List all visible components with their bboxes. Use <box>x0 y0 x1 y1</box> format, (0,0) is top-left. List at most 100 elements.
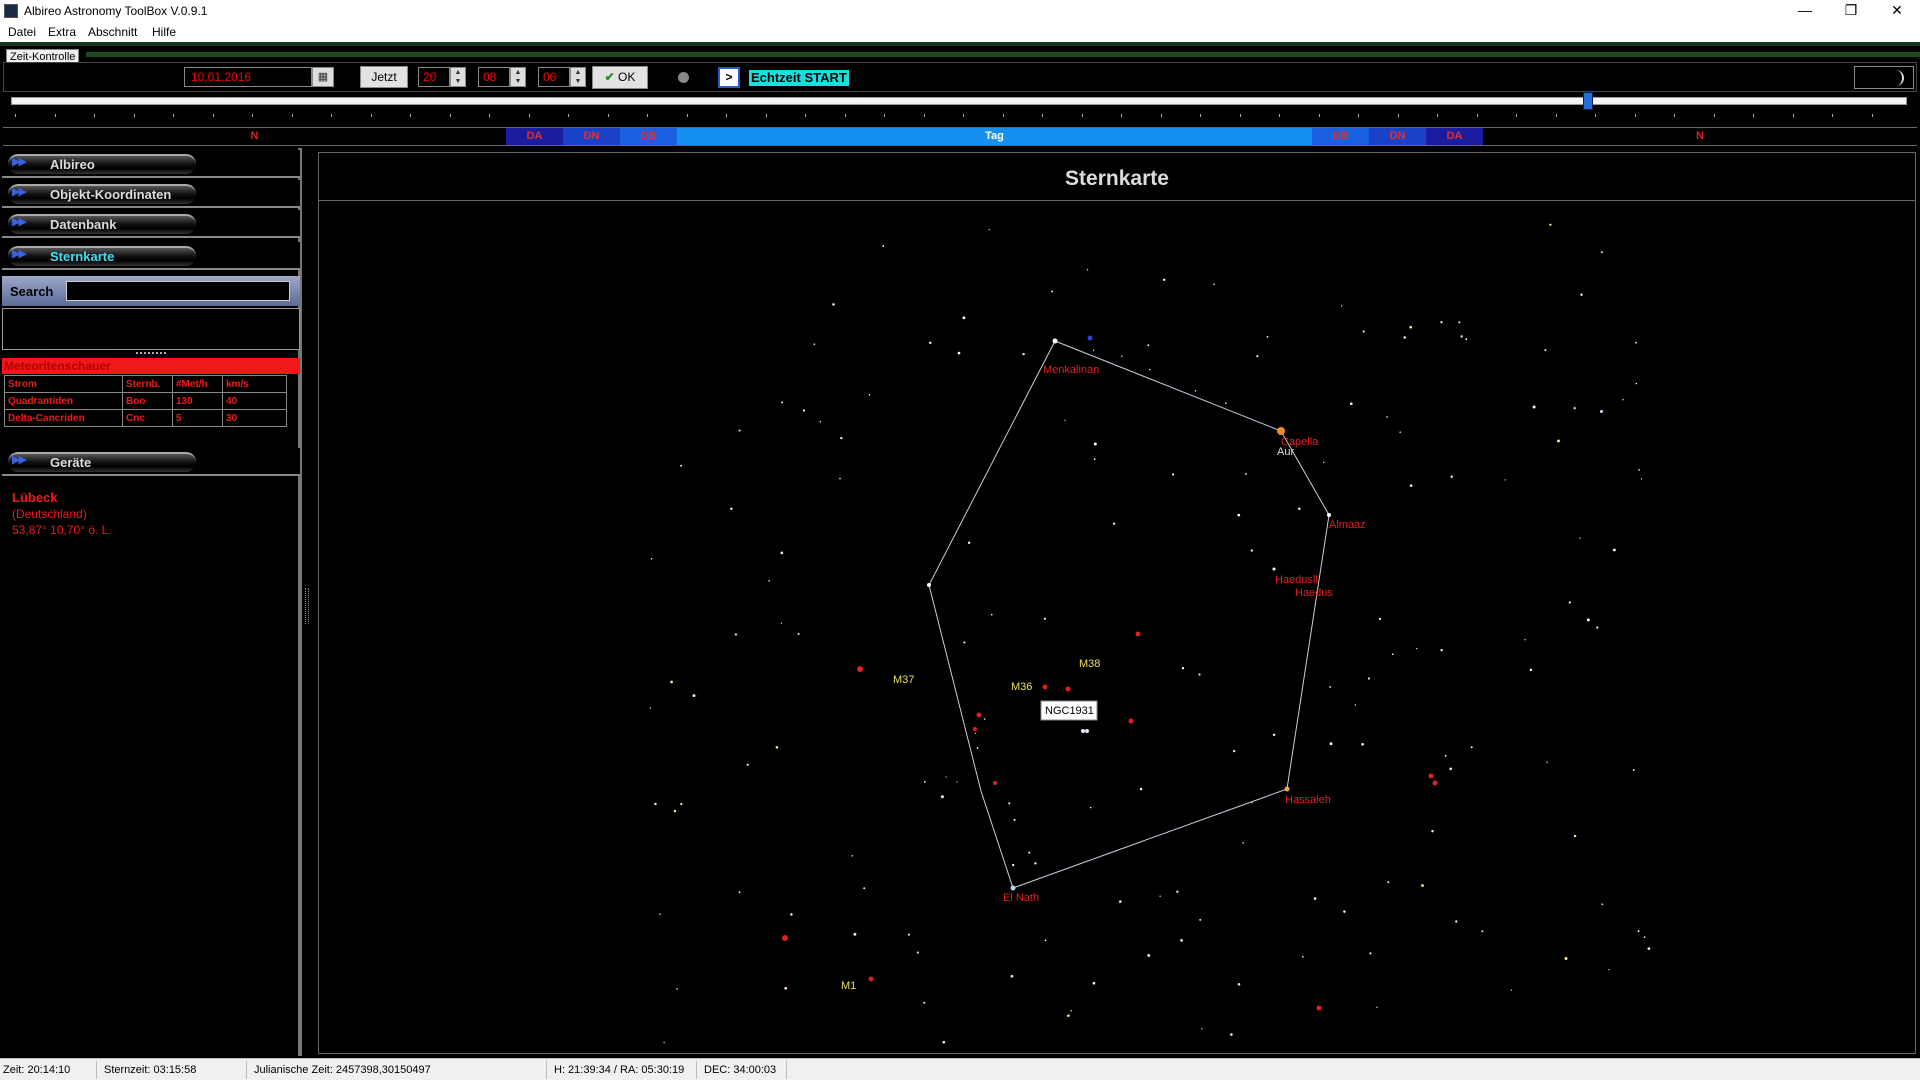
nav-sternkarte[interactable]: ▶▶ Sternkarte <box>2 242 300 270</box>
object-red-marker[interactable] <box>782 935 788 941</box>
nav-pill <box>8 154 196 174</box>
nav-datenbank[interactable]: ▶▶ Datenbank <box>2 210 300 238</box>
label-almaaz[interactable]: Almaaz <box>1329 519 1366 531</box>
hour-value[interactable]: 20 <box>418 67 450 87</box>
object-m36-marker[interactable] <box>1042 684 1048 690</box>
star-hassaleh[interactable] <box>1284 786 1290 792</box>
field-star <box>974 732 977 734</box>
object-red-marker[interactable] <box>976 712 982 718</box>
slider-tick <box>884 114 885 117</box>
menu-extra[interactable]: Extra <box>48 25 76 39</box>
restore-icon[interactable]: ❐ <box>1828 0 1874 22</box>
star-blue[interactable] <box>1087 335 1093 341</box>
object-red-marker[interactable] <box>993 781 997 785</box>
nav-objekt-koordinaten[interactable]: ▶▶ Objekt-Koordinaten <box>2 180 300 208</box>
field-star <box>1172 473 1175 476</box>
star-almaaz[interactable] <box>1327 513 1331 517</box>
hour-stepper[interactable]: 20 ▲ ▼ <box>418 67 466 87</box>
field-star <box>1272 733 1276 737</box>
field-star <box>1147 344 1150 347</box>
object-red-marker[interactable] <box>1316 1005 1322 1011</box>
minute-up-icon[interactable]: ▲ <box>511 68 525 77</box>
ok-button[interactable]: ✔ OK <box>592 66 648 89</box>
search-input[interactable] <box>66 281 290 301</box>
label-el-nath[interactable]: El Nath <box>1003 892 1039 904</box>
close-icon[interactable]: ✕ <box>1874 0 1920 22</box>
object-ngc1931-marker[interactable] <box>1081 729 1085 733</box>
slider-tick <box>607 114 609 117</box>
now-button[interactable]: Jetzt <box>360 66 408 88</box>
field-star <box>1573 406 1576 410</box>
second-value[interactable]: 06 <box>538 67 570 87</box>
star-capella[interactable] <box>1277 427 1285 435</box>
label-m37[interactable]: M37 <box>893 674 914 686</box>
table-row[interactable]: Delta-Cancriden Cnc 5 30 <box>4 409 287 427</box>
field-star <box>1444 754 1447 757</box>
object-red-marker[interactable] <box>1428 773 1434 779</box>
minute-down-icon[interactable]: ▼ <box>511 77 525 86</box>
label-m1[interactable]: M1 <box>841 980 856 992</box>
splitter-grip[interactable] <box>136 352 166 356</box>
field-star <box>692 694 696 698</box>
menu-abschnitt[interactable]: Abschnitt <box>88 25 137 39</box>
field-star <box>1176 890 1179 893</box>
nav-albireo[interactable]: ▶▶ Albireo <box>2 150 300 178</box>
field-star <box>1093 458 1096 461</box>
minute-stepper[interactable]: 08 ▲ ▼ <box>478 67 526 87</box>
label-haedus[interactable]: Haedus <box>1295 587 1333 599</box>
object-m37-marker[interactable] <box>857 666 863 672</box>
calendar-icon[interactable]: ▦ <box>312 67 334 87</box>
second-down-icon[interactable]: ▼ <box>571 77 585 86</box>
label-haedusll[interactable]: Haedusll <box>1275 574 1318 586</box>
field-star <box>1600 251 1603 254</box>
second-stepper[interactable]: 06 ▲ ▼ <box>538 67 586 87</box>
time-slider[interactable] <box>11 97 1907 105</box>
label-aur[interactable]: Aur <box>1277 446 1294 458</box>
minimize-icon[interactable]: — <box>1782 0 1828 22</box>
label-menkalinan[interactable]: Menkalinan <box>1043 364 1099 376</box>
star-theta-aur[interactable] <box>927 583 931 587</box>
menu-hilfe[interactable]: Hilfe <box>152 25 176 39</box>
field-star <box>1010 974 1014 978</box>
search-box: Search <box>2 276 300 306</box>
nav-geraete[interactable]: ▶▶ Geräte <box>2 448 300 476</box>
date-field[interactable]: 10.01.2016 <box>184 67 312 87</box>
minute-value[interactable]: 08 <box>478 67 510 87</box>
search-results[interactable] <box>2 308 300 350</box>
label-hassaleh[interactable]: Hassaleh <box>1285 794 1331 806</box>
label-m38[interactable]: M38 <box>1079 658 1100 670</box>
hour-up-icon[interactable]: ▲ <box>451 68 465 77</box>
realtime-start-button[interactable]: Echtzeit START <box>749 70 849 86</box>
table-row[interactable]: Quadrantiden Boo 130 40 <box>4 392 287 410</box>
time-slider-thumb[interactable] <box>1583 92 1594 110</box>
field-star <box>1250 549 1253 552</box>
object-ngc1931-marker[interactable] <box>1085 729 1089 733</box>
play-button[interactable]: > <box>718 67 740 88</box>
field-star <box>680 464 683 467</box>
object-red-marker[interactable] <box>1432 780 1438 786</box>
star-el-nath[interactable] <box>1010 885 1016 891</box>
sidebar-resize-handle[interactable] <box>305 588 309 624</box>
moon-phase-display <box>1854 66 1914 89</box>
menu-datei[interactable]: Datei <box>8 25 36 39</box>
star-menkalinan[interactable] <box>1052 338 1058 344</box>
slider-tick <box>1042 114 1043 117</box>
hour-down-icon[interactable]: ▼ <box>451 77 465 86</box>
field-star <box>1213 283 1215 286</box>
day-phase-segment-da: DA <box>1426 128 1483 145</box>
field-star <box>1159 895 1161 897</box>
field-star <box>956 781 958 783</box>
status-divider <box>96 1061 97 1079</box>
object-red-marker[interactable] <box>1135 631 1141 637</box>
label-m36[interactable]: M36 <box>1011 681 1032 693</box>
constellation-lines-auriga <box>928 340 1330 889</box>
object-red-marker[interactable] <box>973 727 977 731</box>
field-star <box>1449 767 1452 771</box>
second-up-icon[interactable]: ▲ <box>571 68 585 77</box>
object-red-marker[interactable] <box>1128 718 1134 724</box>
star-map-canvas[interactable]: Menkalinan Capella Aur Almaaz Haedusll H… <box>319 203 1915 1053</box>
object-m38-marker[interactable] <box>1065 686 1071 692</box>
star-haedus[interactable] <box>1272 567 1276 571</box>
object-m1-marker[interactable] <box>868 976 874 982</box>
table-cell: 40 <box>222 392 287 410</box>
